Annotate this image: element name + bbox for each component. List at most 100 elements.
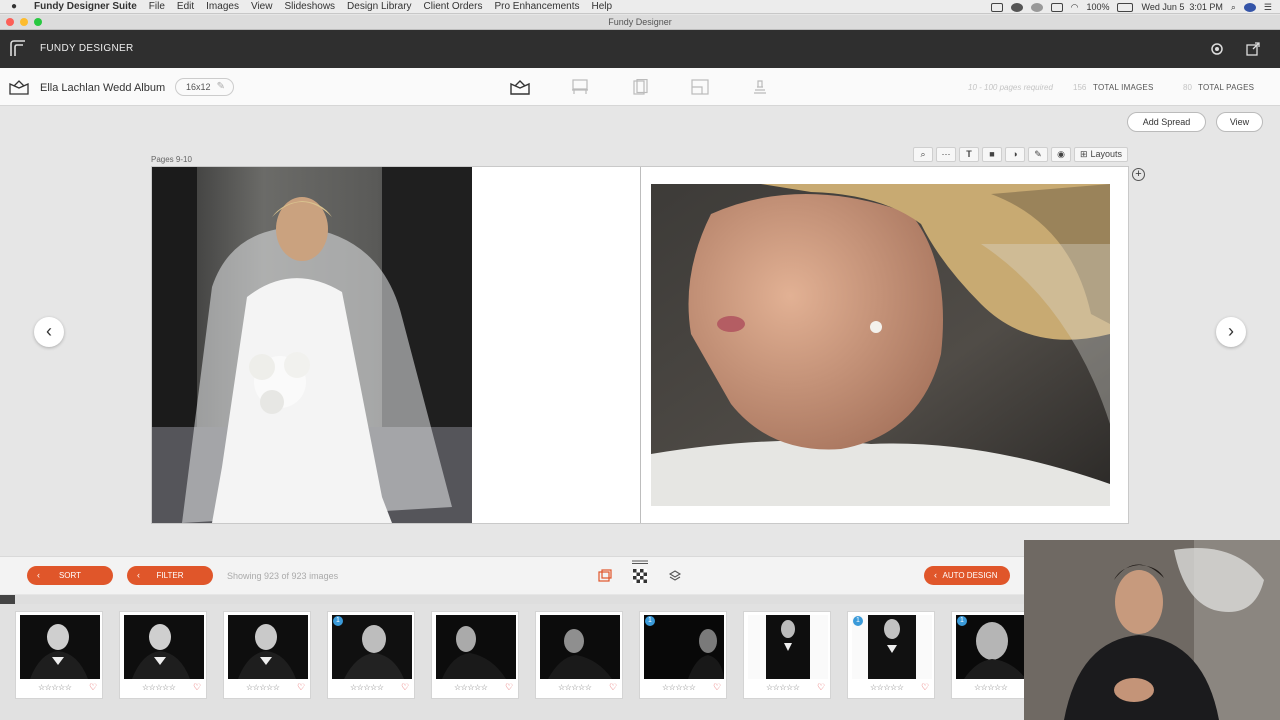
- user-avatar-icon[interactable]: [1243, 2, 1256, 12]
- star-rating[interactable]: ☆☆☆☆☆: [246, 683, 280, 692]
- bride-veil-photo[interactable]: [152, 167, 472, 523]
- star-rating[interactable]: ☆☆☆☆☆: [870, 683, 904, 692]
- browser-scroll-thumb[interactable]: [0, 595, 16, 604]
- card-icon[interactable]: [630, 79, 650, 95]
- album-spread[interactable]: [151, 166, 1129, 524]
- apple-logo-icon[interactable]: ●: [0, 1, 28, 12]
- groom-profile-thumbnail: [644, 615, 724, 679]
- spotlight-icon[interactable]: ⌕: [1231, 2, 1236, 13]
- image-thumbnail[interactable]: ☆☆☆☆☆ ♡: [743, 611, 831, 699]
- checker-grid-icon[interactable]: [633, 569, 647, 583]
- heart-icon[interactable]: ♡: [401, 682, 409, 693]
- notification-center-icon[interactable]: ☰: [1264, 2, 1272, 13]
- add-spread-button[interactable]: Add Spread: [1127, 112, 1206, 132]
- star-rating[interactable]: ☆☆☆☆☆: [454, 683, 488, 692]
- album-book-icon[interactable]: [9, 79, 29, 95]
- menu-client-orders[interactable]: Client Orders: [418, 0, 489, 14]
- image-thumbnail[interactable]: ☆☆☆☆☆ ♡: [431, 611, 519, 699]
- heart-icon[interactable]: ♡: [297, 682, 305, 693]
- menu-file[interactable]: File: [143, 0, 171, 14]
- display-icon[interactable]: [990, 2, 1003, 12]
- layout-icon[interactable]: [690, 79, 710, 95]
- pages-required-note: 10 - 100 pages required: [968, 83, 1053, 92]
- total-images-label: TOTAL IMAGES: [1093, 83, 1154, 92]
- menu-edit[interactable]: Edit: [171, 0, 200, 14]
- external-link-icon[interactable]: [1245, 41, 1261, 57]
- sort-button[interactable]: ‹ SORT: [27, 566, 113, 585]
- previous-spread-button[interactable]: ‹: [34, 317, 64, 347]
- eye-icon[interactable]: ◉: [1051, 147, 1071, 162]
- view-button[interactable]: View: [1216, 112, 1263, 132]
- menu-help[interactable]: Help: [586, 0, 619, 14]
- layouts-label: Layouts: [1090, 149, 1123, 159]
- sync-icon[interactable]: [1030, 2, 1043, 12]
- grid-icon: ⊞: [1079, 149, 1088, 159]
- heart-icon[interactable]: ♡: [505, 682, 513, 693]
- image-thumbnail[interactable]: 1 ☆☆☆☆☆ ♡: [327, 611, 415, 699]
- settings-gear-icon[interactable]: [1209, 41, 1225, 57]
- image-thumbnail[interactable]: ☆☆☆☆☆ ♡: [535, 611, 623, 699]
- image-thumbnail[interactable]: 1 ☆☆☆☆☆ ♡: [639, 611, 727, 699]
- star-rating[interactable]: ☆☆☆☆☆: [558, 683, 592, 692]
- zoom-icon[interactable]: ⌕: [913, 147, 933, 162]
- image-thumbnail[interactable]: ☆☆☆☆☆ ♡: [119, 611, 207, 699]
- image-thumbnail[interactable]: ☆☆☆☆☆ ♡: [15, 611, 103, 699]
- stack-icon[interactable]: [750, 79, 770, 95]
- star-rating[interactable]: ☆☆☆☆☆: [38, 683, 72, 692]
- album-mode-icon[interactable]: [510, 79, 530, 95]
- drag-handle-icon[interactable]: [632, 560, 648, 564]
- menu-view[interactable]: View: [245, 0, 279, 14]
- menu-slideshows[interactable]: Slideshows: [278, 0, 341, 14]
- wall-art-icon[interactable]: [570, 79, 590, 95]
- spread-fold-line: [640, 167, 641, 523]
- layers-icon[interactable]: [668, 569, 682, 583]
- window-title-bar: Fundy Designer: [0, 15, 1280, 30]
- window-title: Fundy Designer: [608, 17, 672, 27]
- menu-pro-enhancements[interactable]: Pro Enhancements: [488, 0, 585, 14]
- wifi-icon[interactable]: ◠: [1071, 2, 1079, 13]
- star-rating[interactable]: ☆☆☆☆☆: [766, 683, 800, 692]
- groom-portrait-thumbnail: [20, 615, 100, 679]
- color-icon[interactable]: ◑: [1005, 147, 1025, 162]
- add-page-button[interactable]: +: [1132, 168, 1145, 181]
- total-pages-label: TOTAL PAGES: [1198, 83, 1255, 92]
- airplay-icon[interactable]: [1050, 2, 1063, 12]
- webcam-presenter-overlay: [1024, 540, 1280, 720]
- multi-image-icon[interactable]: [598, 569, 612, 583]
- creative-cloud-icon[interactable]: [1010, 2, 1023, 12]
- auto-design-label: AUTO DESIGN: [942, 571, 998, 580]
- star-rating[interactable]: ☆☆☆☆☆: [662, 683, 696, 692]
- line-icon[interactable]: ⋯: [936, 147, 956, 162]
- pin-icon[interactable]: ✎: [1028, 147, 1048, 162]
- menu-images[interactable]: Images: [200, 0, 245, 14]
- groom-standing-thumbnail: [748, 615, 828, 679]
- groom-profile-thumbnail: [540, 615, 620, 679]
- filter-button[interactable]: ‹ FILTER: [127, 566, 213, 585]
- text-icon[interactable]: T: [959, 147, 979, 162]
- menu-app-name[interactable]: Fundy Designer Suite: [28, 0, 143, 14]
- total-pages-count: 80: [1183, 83, 1192, 92]
- heart-icon[interactable]: ♡: [89, 682, 97, 693]
- image-thumbnail[interactable]: 1 ☆☆☆☆☆ ♡: [847, 611, 935, 699]
- bride-profile-photo[interactable]: [651, 184, 1110, 506]
- star-rating[interactable]: ☆☆☆☆☆: [142, 683, 176, 692]
- heart-icon[interactable]: ♡: [921, 682, 929, 693]
- shape-icon[interactable]: ■: [982, 147, 1002, 162]
- album-toolbar: Ella Lachlan Wedd Album 16x12 ✎ 10 - 100…: [0, 68, 1280, 106]
- star-rating[interactable]: ☆☆☆☆☆: [974, 683, 1008, 692]
- star-rating[interactable]: ☆☆☆☆☆: [350, 683, 384, 692]
- edit-pencil-icon[interactable]: ✎: [217, 79, 225, 95]
- menu-design-library[interactable]: Design Library: [341, 0, 417, 14]
- heart-icon[interactable]: ♡: [609, 682, 617, 693]
- image-thumbnail[interactable]: ☆☆☆☆☆ ♡: [223, 611, 311, 699]
- album-size-selector[interactable]: 16x12 ✎: [175, 78, 234, 96]
- next-spread-button[interactable]: ›: [1216, 317, 1246, 347]
- menubar-clock[interactable]: Wed Jun 5 3:01 PM: [1141, 2, 1222, 12]
- battery-icon[interactable]: [1117, 2, 1134, 12]
- auto-design-button[interactable]: ‹ AUTO DESIGN: [924, 566, 1010, 585]
- heart-icon[interactable]: ♡: [817, 682, 825, 693]
- layouts-button[interactable]: ⊞ Layouts: [1074, 147, 1128, 162]
- fundy-logo-icon[interactable]: [8, 38, 28, 58]
- heart-icon[interactable]: ♡: [193, 682, 201, 693]
- heart-icon[interactable]: ♡: [713, 682, 721, 693]
